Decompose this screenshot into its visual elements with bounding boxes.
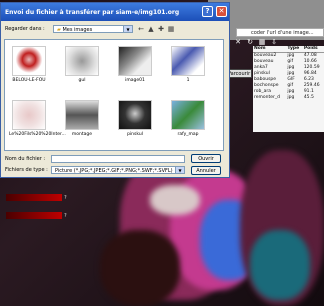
file-thumbnail[interactable] [12,46,46,76]
file-thumbnail[interactable] [118,46,152,76]
refresh-icon[interactable]: ↻ [246,38,254,46]
up-folder-icon[interactable]: ▲ [147,25,155,33]
left-bar-label: ? [64,195,67,201]
file-name[interactable]: gul [62,78,102,83]
file-open-dialog: Envoi du fichier à transférer par siam-e… [0,2,230,178]
arrow-icon[interactable]: ⇩ [270,38,278,46]
dialog-title: Envoi du fichier à transférer par siam-e… [5,8,180,16]
file-name[interactable]: Le%20Fils%20%20Inter... [9,132,66,137]
left-bar-label: ? [64,213,67,219]
file-list: BELOU-LE-FOU gul image01 1 Le%20Fils%20%… [4,39,224,151]
file-thumbnail[interactable] [171,100,205,130]
look-in-select[interactable]: ▰ Mes images ▼ [53,25,133,33]
photo-icon[interactable]: ▦ [258,38,266,46]
help-button[interactable]: ? [202,6,213,17]
cell: remonter_d [254,95,280,100]
filename-input[interactable] [51,155,185,163]
cell: 45.5 [303,95,314,100]
open-button[interactable]: Ouvrir [191,154,221,163]
close-button[interactable]: ✕ [216,6,227,17]
view-menu-icon[interactable]: ▦ [167,25,175,33]
table-header-row: Nom Type Poids [253,46,324,53]
cell: jpg [287,95,295,100]
filename-label: Nom du fichier : [5,156,46,162]
file-thumbnail[interactable] [171,46,205,76]
file-name[interactable]: rafy_map [168,132,208,137]
folder-icon: ▰ [57,27,61,33]
left-red-bar [6,212,62,219]
look-in-label: Regarder dans : [5,26,45,32]
files-table: Nom Type Poids bouveau2 jpg 47.08 bouveau g… [253,46,324,132]
x-icon[interactable]: ✕ [234,38,242,46]
look-in-value: Mes images [62,27,93,33]
table-row[interactable]: remonter_d jpg 45.5 [253,95,324,101]
file-thumbnail[interactable] [65,46,99,76]
new-folder-icon[interactable]: ✚ [157,25,165,33]
filetype-value: Picture (*.JPG;*.JPEG;*.GIF;*.PNG;*.SWF;… [55,168,173,174]
file-name[interactable]: BELOU-LE-FOU [9,78,49,83]
file-thumbnail[interactable] [12,100,46,130]
chevron-down-icon: ▼ [175,167,184,173]
file-name[interactable]: montage [62,132,102,137]
left-red-bar [6,194,62,201]
back-icon[interactable]: ← [137,25,145,33]
file-name[interactable]: pinskul [115,132,155,137]
file-name[interactable]: 1 [168,78,208,83]
filetype-select[interactable]: Picture (*.JPG;*.JPEG;*.GIF;*.PNG;*.SWF;… [51,166,185,174]
file-name[interactable]: image01 [115,78,155,83]
dialog-titlebar[interactable]: Envoi du fichier à transférer par siam-e… [1,3,229,21]
file-thumbnail[interactable] [65,100,99,130]
chevron-down-icon: ▼ [123,26,132,32]
cancel-button[interactable]: Annuler [191,166,221,175]
file-thumbnail[interactable] [118,100,152,130]
address-input[interactable]: coder l'url d'une image... [236,28,324,37]
filetype-label: Fichiers de type : [5,167,48,173]
